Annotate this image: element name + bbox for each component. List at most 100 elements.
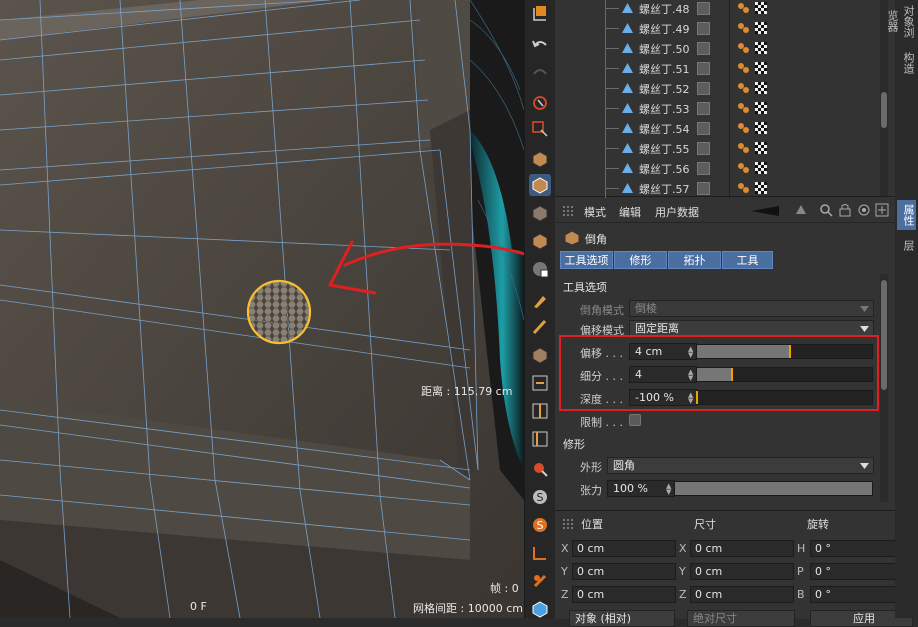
material-tag-icon[interactable] [755,62,767,74]
chevron-down-icon [860,326,869,332]
tab-shaping[interactable]: 修形 [614,251,667,269]
material-tag-icon[interactable] [755,2,767,14]
menu-edit[interactable]: 编辑 [619,204,641,220]
redo-icon[interactable] [529,60,551,82]
lock-icon[interactable] [839,203,851,217]
tab-tool-options[interactable]: 工具选项 [560,251,613,269]
material-tag-icon[interactable] [755,122,767,134]
cube-object-icon[interactable] [529,148,551,170]
layer-checkbox[interactable] [697,102,710,115]
list-item[interactable]: 螺丝丁.50 [555,38,880,58]
search-icon[interactable] [819,203,833,217]
grip-icon[interactable] [563,206,573,216]
tool-title: 倒角 [585,233,607,246]
up-arrow-icon[interactable] [795,204,807,216]
back-arrow-icon[interactable] [751,205,781,217]
tension-slider[interactable] [674,481,873,496]
chevron-down-icon [860,306,869,312]
rect-selection-icon[interactable] [529,118,551,140]
layer-checkbox[interactable] [697,162,710,175]
menu-mode[interactable]: 模式 [584,204,606,220]
tab-topology[interactable]: 拓扑 [668,251,721,269]
tab-tool[interactable]: 工具 [722,251,773,269]
size-x-input[interactable]: 0 cm [690,540,794,557]
layer-checkbox[interactable] [697,122,710,135]
list-item[interactable]: 螺丝丁.57 [555,178,880,198]
right-panel: 螺丝丁.48 螺丝丁.49 螺丝丁.50 螺丝丁.51 螺丝丁.52 螺丝丁.5… [555,0,913,627]
selection-patch[interactable] [246,279,312,345]
new-panel-icon[interactable] [875,203,889,217]
polygon-pen-icon[interactable] [529,290,551,312]
bevel-tool-icon [564,230,580,246]
list-item[interactable]: 螺丝丁.52 [555,78,880,98]
size-y-input[interactable]: 0 cm [690,563,794,580]
rot-h-axis-label: H [797,542,806,555]
list-item[interactable]: 螺丝丁.49 [555,18,880,38]
size-z-input[interactable]: 0 cm [690,586,794,603]
tab-layers[interactable]: 层 [897,235,916,255]
tension-label: 张力 [580,484,602,497]
snap-enable-icon[interactable]: S [529,514,551,536]
limit-checkbox[interactable] [629,414,641,426]
undo-icon[interactable] [529,34,551,56]
mesh-canvas[interactable] [0,0,524,618]
workplane-icon[interactable] [529,542,551,564]
tab-object-browser[interactable]: 对象浏览器 [886,0,916,42]
connect-icon[interactable] [529,372,551,394]
layer-checkbox[interactable] [697,82,710,95]
layer-checkbox[interactable] [697,22,710,35]
target-icon[interactable] [857,203,871,217]
object-manager[interactable]: 螺丝丁.48 螺丝丁.49 螺丝丁.50 螺丝丁.51 螺丝丁.52 螺丝丁.5… [555,0,895,198]
size-mode-dropdown[interactable]: 绝对尺寸 [687,610,795,627]
svg-text:S: S [537,519,544,532]
layer-checkbox[interactable] [697,2,710,15]
snap-icon[interactable]: S [529,486,551,508]
list-item[interactable]: 螺丝丁.48 [555,0,880,18]
live-selection-icon[interactable] [529,92,551,114]
texture-mode-icon[interactable] [529,202,551,224]
bevel-mode-dropdown[interactable]: 倒棱 [629,300,874,317]
slide-icon[interactable] [529,428,551,450]
list-item[interactable]: 螺丝丁.55 [555,138,880,158]
material-tag-icon[interactable] [755,182,767,194]
material-tag-icon[interactable] [755,22,767,34]
material-tag-icon[interactable] [755,162,767,174]
points-mode-icon[interactable] [529,230,551,252]
extrude-icon[interactable] [529,344,551,366]
material-tag-icon[interactable] [755,42,767,54]
list-item[interactable]: 螺丝丁.54 [555,118,880,138]
layer-checkbox[interactable] [697,142,710,155]
tension-input[interactable]: 100 % [607,480,675,497]
knife-icon[interactable] [529,400,551,422]
coordinate-mode-dropdown[interactable]: 对象 (相对) [569,610,675,627]
material-tag-icon[interactable] [755,82,767,94]
edges-mode-icon[interactable] [529,258,551,280]
menu-user-data[interactable]: 用户数据 [655,204,699,220]
lock-workplane-icon[interactable] [529,570,551,592]
grip-icon[interactable] [563,519,573,529]
layer-checkbox[interactable] [697,182,710,195]
viewport-3d[interactable]: 距离 : 115.79 cm 帧 : 0 0 F 网格间距 : 10000 cm [0,0,524,618]
tab-attributes[interactable]: 属性 [897,200,916,230]
magnet-icon[interactable] [529,458,551,480]
pos-z-input[interactable]: 0 cm [572,586,676,603]
shape-dropdown[interactable]: 圆角 [607,457,874,474]
list-item[interactable]: 螺丝丁.56 [555,158,880,178]
attribute-scrollbar[interactable] [880,274,888,502]
brush-icon[interactable] [529,316,551,338]
list-item[interactable]: 螺丝丁.53 [555,98,880,118]
coordinate-system-icon[interactable] [529,2,551,24]
pos-y-input[interactable]: 0 cm [572,563,676,580]
model-mode-icon[interactable] [529,174,551,196]
tab-construction[interactable]: 构造 [897,48,916,78]
attribute-manager-menu: 模式 编辑 用户数据 [555,200,895,223]
sphere-icon[interactable] [529,598,551,620]
pos-x-axis-label: X [561,542,569,555]
material-tag-icon[interactable] [755,142,767,154]
pos-x-input[interactable]: 0 cm [572,540,676,557]
tension-spinner[interactable]: ▲ ▼ [666,483,671,496]
list-item[interactable]: 螺丝丁.51 [555,58,880,78]
layer-checkbox[interactable] [697,42,710,55]
layer-checkbox[interactable] [697,62,710,75]
material-tag-icon[interactable] [755,102,767,114]
